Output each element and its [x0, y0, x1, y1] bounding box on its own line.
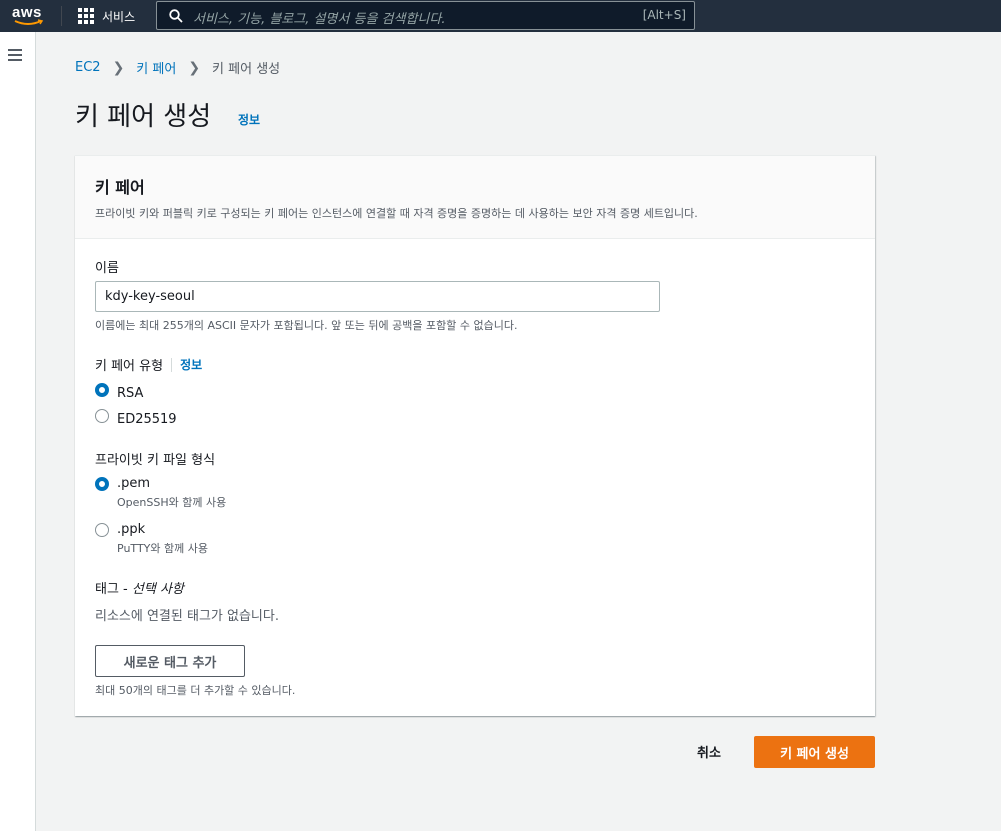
key-type-heading: 키 페어 유형 정보	[95, 355, 202, 374]
radio-ppk-label: .ppk	[117, 522, 146, 537]
key-pair-form-panel: 키 페어 프라이빗 키와 퍼블릭 키로 구성되는 키 페어는 인스턴스에 연결할…	[75, 155, 875, 716]
panel-title: 키 페어	[95, 178, 145, 197]
radio-ed25519-label: ED25519	[117, 412, 177, 427]
tags-optional-label: 선택 사항	[131, 582, 184, 597]
radio-selected-icon	[95, 383, 109, 397]
page-info-link[interactable]: 정보	[238, 111, 260, 128]
search-placeholder: 서비스, 기능, 블로그, 설명서 등을 검색합니다.	[193, 12, 446, 27]
radio-rsa[interactable]: RSA	[95, 382, 143, 401]
radio-pem-description: OpenSSH와 함께 사용	[117, 496, 227, 509]
radio-unselected-icon	[95, 523, 109, 537]
tags-label: 태그 -	[95, 582, 132, 597]
add-tag-button[interactable]: 새로운 태그 추가	[95, 645, 245, 677]
breadcrumb-current: 키 페어 생성	[212, 62, 281, 77]
grid-icon	[78, 8, 94, 24]
services-menu-button[interactable]: 서비스	[78, 0, 135, 32]
name-field[interactable]	[95, 281, 660, 312]
key-type-info-link[interactable]: 정보	[180, 356, 202, 373]
radio-pem-label: .pem	[117, 476, 151, 491]
search-bar[interactable]: 서비스, 기능, 블로그, 설명서 등을 검색합니다. [Alt+S]	[156, 1, 695, 30]
panel-description: 프라이빗 키와 퍼블릭 키로 구성되는 키 페어는 인스턴스에 연결할 때 자격…	[95, 207, 698, 220]
search-shortcut-hint: [Alt+S]	[642, 8, 686, 22]
radio-unselected-icon	[95, 409, 109, 423]
aws-smile-icon	[14, 19, 44, 25]
top-navigation: aws 서비스 서비스, 기능, 블로그, 설명서 등을 검색합니다. [Alt…	[0, 0, 1001, 32]
key-type-label: 키 페어 유형	[95, 359, 164, 374]
cancel-button[interactable]: 취소	[697, 742, 721, 761]
radio-selected-icon	[95, 477, 109, 491]
tags-empty-text: 리소스에 연결된 태그가 없습니다.	[95, 609, 279, 624]
tags-limit-help: 최대 50개의 태그를 더 추가할 수 있습니다.	[95, 684, 296, 697]
file-format-label: 프라이빗 키 파일 형식	[95, 453, 216, 468]
page-title: 키 페어 생성	[75, 102, 212, 132]
breadcrumb-ec2[interactable]: EC2	[75, 60, 101, 75]
divider	[171, 357, 173, 372]
tags-heading: 태그 - 선택 사항	[95, 578, 184, 597]
services-label: 서비스	[102, 9, 136, 24]
radio-ed25519[interactable]: ED25519	[95, 408, 177, 427]
name-help-text: 이름에는 최대 255개의 ASCII 문자가 포함됩니다. 앞 또는 뒤에 공…	[95, 319, 518, 332]
left-rail	[0, 32, 36, 831]
radio-ppk[interactable]: .ppk PuTTY와 함께 사용	[95, 522, 208, 556]
radio-ppk-description: PuTTY와 함께 사용	[117, 542, 208, 555]
chevron-right-icon: ❯	[188, 59, 201, 76]
aws-logo[interactable]: aws	[12, 4, 46, 28]
nav-divider	[61, 6, 62, 26]
breadcrumb: EC2 ❯ 키 페어 ❯ 키 페어 생성	[75, 58, 281, 78]
search-icon	[169, 9, 183, 23]
breadcrumb-key-pairs[interactable]: 키 페어	[136, 58, 176, 77]
radio-pem[interactable]: .pem OpenSSH와 함께 사용	[95, 476, 226, 510]
radio-rsa-label: RSA	[117, 386, 144, 401]
hamburger-menu-icon[interactable]	[8, 49, 22, 61]
create-key-pair-button[interactable]: 키 페어 생성	[754, 736, 875, 768]
chevron-right-icon: ❯	[112, 59, 125, 76]
panel-header: 키 페어 프라이빗 키와 퍼블릭 키로 구성되는 키 페어는 인스턴스에 연결할…	[75, 156, 875, 239]
name-label: 이름	[95, 261, 119, 276]
